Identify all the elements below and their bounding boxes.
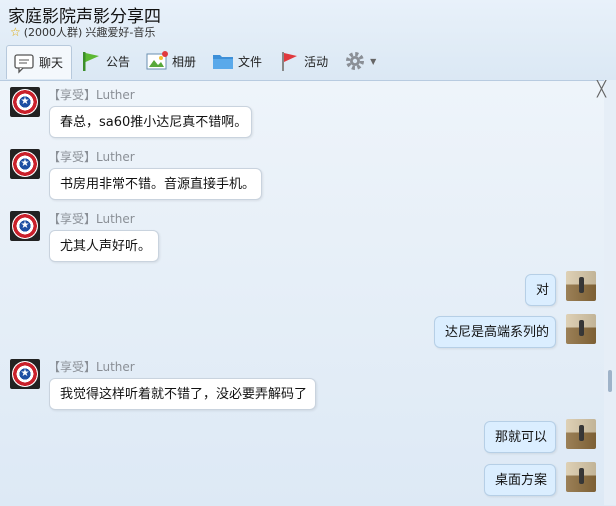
flag-icon: [80, 50, 102, 72]
tab-album[interactable]: 相册: [140, 45, 204, 77]
chat-bubble-icon: [13, 52, 35, 74]
message-bubble-self[interactable]: 对: [525, 274, 556, 306]
tab-chat-label: 聊天: [39, 56, 64, 70]
message-bubble-self[interactable]: 桌面方案: [484, 464, 556, 496]
tab-announcement-label: 公告: [106, 54, 131, 69]
message-bubble[interactable]: 书房用非常不错。音源直接手机。: [49, 168, 262, 200]
avatar-self-photo[interactable]: [566, 314, 596, 344]
avatar-self-photo[interactable]: [566, 462, 596, 492]
message-sender: 【享受】Luther: [48, 360, 135, 374]
tab-chat[interactable]: 聊天: [6, 45, 73, 79]
settings-menu-button[interactable]: ▼: [338, 45, 384, 77]
close-icon[interactable]: ╳: [597, 80, 606, 98]
chevron-down-icon: ▼: [370, 56, 377, 66]
avatar-self-photo[interactable]: [566, 419, 596, 449]
tab-announcement[interactable]: 公告: [74, 45, 138, 77]
group-toolbar: 聊天 公告 相册 文件 活动 ▼: [6, 44, 610, 79]
message-bubble[interactable]: 春总，sa60推小达尼真不错啊。: [49, 106, 252, 138]
message-bubble-self[interactable]: 达尼是高端系列的: [434, 316, 556, 348]
group-category: 兴趣爱好-音乐: [85, 26, 156, 39]
photo-album-icon: [146, 50, 169, 72]
message-sender: 【享受】Luther: [48, 212, 135, 226]
group-info: ☆ (2000人群) 兴趣爱好-音乐: [10, 25, 155, 39]
message-scrollbar[interactable]: [604, 80, 616, 505]
avatar-captain-shield[interactable]: [10, 359, 40, 389]
message-bubble-self[interactable]: 那就可以: [484, 421, 556, 453]
message-bubble[interactable]: 我觉得这样听着就不错了，没必要弄解码了: [49, 378, 316, 410]
avatar-captain-shield[interactable]: [10, 211, 40, 241]
avatar-captain-shield[interactable]: [10, 87, 40, 117]
gear-icon: [344, 50, 366, 72]
avatar-self-photo[interactable]: [566, 271, 596, 301]
folder-icon: [212, 50, 234, 72]
window-header: 家庭影院声影分享四 ☆ (2000人群) 兴趣爱好-音乐 聊天 公告 相册 文件…: [0, 0, 616, 80]
tab-files[interactable]: 文件: [206, 45, 270, 77]
activity-flag-icon: [278, 50, 300, 72]
message-bubble[interactable]: 尤其人声好听。: [49, 230, 159, 262]
tab-album-label: 相册: [172, 54, 197, 69]
member-count: (2000人群): [23, 26, 83, 39]
message-sender: 【享受】Luther: [48, 150, 135, 164]
tab-activity-label: 活动: [304, 54, 329, 69]
tab-files-label: 文件: [238, 54, 263, 69]
scrollbar-thumb[interactable]: [608, 370, 612, 392]
tab-activity[interactable]: 活动: [272, 45, 336, 77]
avatar-captain-shield[interactable]: [10, 149, 40, 179]
message-sender: 【享受】Luther: [48, 88, 135, 102]
star-icon: ☆: [10, 25, 21, 39]
